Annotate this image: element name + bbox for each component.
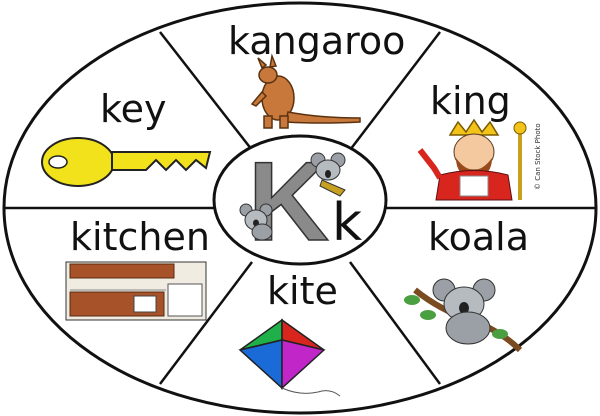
segment-word-king: king [430, 79, 511, 123]
segment-word-kitchen: kitchen [70, 215, 210, 259]
letter-k-wheel: K k © Can Stock Photo kangaroo king koal… [0, 0, 600, 416]
segment-word-kangaroo: kangaroo [228, 19, 406, 63]
segment-word-kite: kite [267, 269, 338, 313]
kitchen-picture [65, 261, 207, 321]
lowercase-k-letter: k [332, 193, 362, 253]
segment-word-key: key [100, 87, 167, 131]
segment-word-koala: koala [428, 215, 530, 259]
watermark-text: © Can Stock Photo [534, 123, 542, 190]
